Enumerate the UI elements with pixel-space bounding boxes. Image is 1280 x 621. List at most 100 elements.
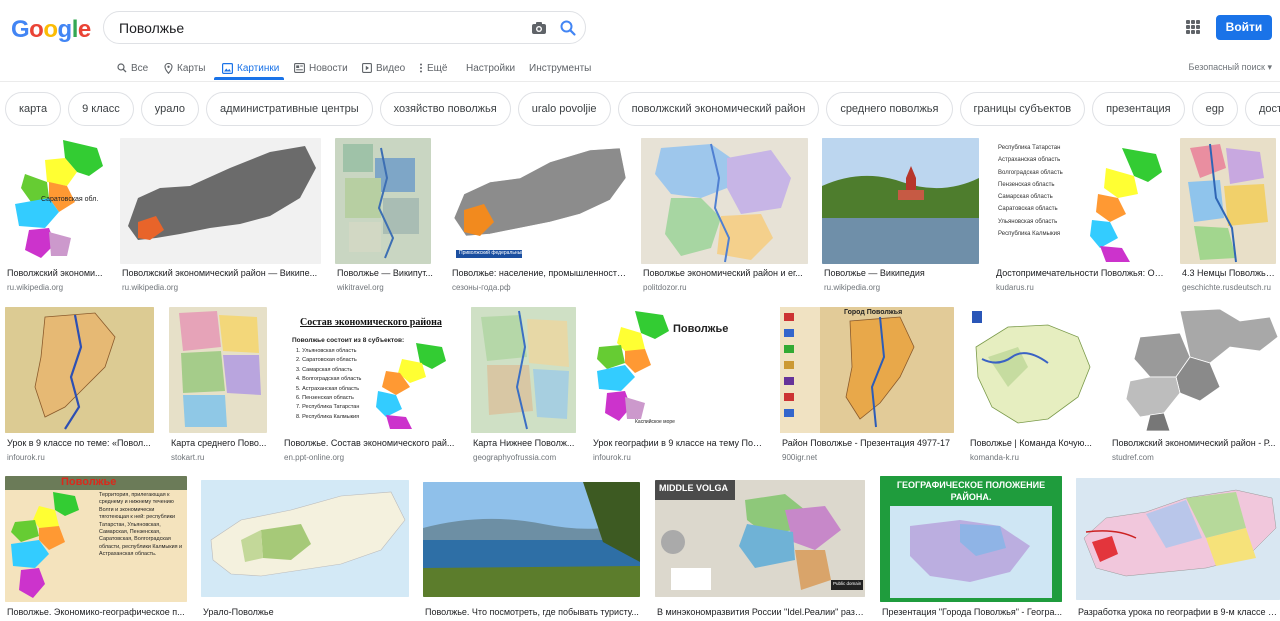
chip[interactable]: хозяйство поволжья	[379, 92, 511, 126]
result-title[interactable]: Карта среднего Пово...	[171, 438, 268, 448]
chip[interactable]: 9 класс	[68, 92, 134, 126]
result-source[interactable]: kudarus.ru	[996, 283, 1034, 292]
image-result[interactable]: Приволжский федеральный округ Поволжье: …	[450, 138, 628, 298]
image-result[interactable]: Поволжский экономический район - Р... st…	[1110, 307, 1280, 467]
result-thumbnail[interactable]: MIDDLE VOLGA Public domain	[655, 480, 865, 597]
search-box[interactable]: Поволжье	[103, 11, 586, 44]
result-title[interactable]: Достопримечательности Поволжья: Ос...	[996, 268, 1166, 278]
result-source[interactable]: сезоны-года.рф	[452, 283, 511, 292]
image-result[interactable]: Карта Нижнее Поволж... geographyofrussia…	[471, 307, 576, 467]
result-title[interactable]: Район Поволжье - Презентация 4977-17	[782, 438, 954, 448]
result-thumbnail[interactable]	[641, 138, 808, 264]
result-thumbnail[interactable]	[201, 480, 409, 597]
google-logo[interactable]: Google	[11, 16, 91, 44]
result-title[interactable]: Поволжье — Википут...	[337, 268, 433, 278]
result-title[interactable]: Поволжье — Википедия	[824, 268, 980, 278]
image-result[interactable]: Поволжье — Википедия ru.wikipedia.org	[822, 138, 979, 298]
result-source[interactable]: stokart.ru	[171, 453, 204, 462]
chip[interactable]: презентация	[1092, 92, 1185, 126]
result-source[interactable]: ru.wikipedia.org	[824, 283, 880, 292]
result-thumbnail[interactable]	[1110, 307, 1280, 433]
apps-grid-icon[interactable]	[1186, 20, 1200, 34]
result-thumbnail[interactable]	[471, 307, 576, 433]
result-title[interactable]: Поволжье: население, промышленность...	[452, 268, 628, 278]
result-thumbnail[interactable]	[335, 138, 431, 264]
image-result[interactable]: Республика Татарстан Астраханская област…	[994, 138, 1166, 298]
result-thumbnail[interactable]: Саратовская обл.	[5, 138, 105, 264]
result-thumbnail[interactable]: ГЕОГРАФИЧЕСКОЕ ПОЛОЖЕНИЕ РАЙОНА.	[880, 476, 1062, 602]
camera-icon[interactable]	[530, 19, 548, 37]
image-result[interactable]: Карта среднего Пово... stokart.ru	[169, 307, 267, 467]
result-thumbnail[interactable]	[5, 307, 154, 433]
result-source[interactable]: komanda-k.ru	[970, 453, 1019, 462]
image-result[interactable]: Урок в 9 классе по теме: «Повол... infou…	[5, 307, 154, 467]
result-title[interactable]: В минэкономразвития России "Idel.Реалии"…	[657, 607, 865, 617]
image-result[interactable]: Поволжский экономический район — Википе.…	[120, 138, 321, 298]
image-result[interactable]: Состав экономического района Поволжье со…	[282, 307, 457, 467]
chip[interactable]: egp	[1191, 92, 1238, 126]
chip[interactable]: административные центры	[206, 92, 373, 126]
result-title[interactable]: Презентация "Города Поволжья" - Геогра..…	[882, 607, 1062, 617]
result-source[interactable]: infourok.ru	[7, 453, 45, 462]
result-title[interactable]: Разработка урока по географии в 9-м клас…	[1078, 607, 1278, 617]
chip[interactable]: среднего поволжья	[826, 92, 953, 126]
result-thumbnail[interactable]	[1180, 138, 1276, 264]
image-result[interactable]: ГЕОГРАФИЧЕСКОЕ ПОЛОЖЕНИЕ РАЙОНА. Презент…	[880, 476, 1062, 621]
result-source[interactable]: en.ppt-online.org	[284, 453, 344, 462]
result-source[interactable]: politdozor.ru	[643, 283, 687, 292]
result-source[interactable]: geschichte.rusdeutsch.ru	[1182, 283, 1271, 292]
result-title[interactable]: Карта Нижнее Поволж...	[473, 438, 577, 448]
image-result[interactable]: Поволжье Территория, прилегающая к средн…	[5, 476, 187, 621]
tab-more[interactable]: Ещё	[419, 59, 447, 77]
search-icon[interactable]	[558, 18, 578, 38]
image-result[interactable]: Поволжье | Команда Кочую... komanda-k.ru	[968, 307, 1096, 467]
chip[interactable]: урало	[140, 92, 200, 126]
image-result[interactable]: Урало-Поволжье	[201, 480, 409, 621]
tab-all[interactable]: Все	[117, 59, 148, 77]
result-thumbnail[interactable]	[120, 138, 321, 264]
image-result[interactable]: Поволжье Каспийское море Урок географии …	[591, 307, 765, 467]
result-thumbnail[interactable]: Состав экономического района Поволжье со…	[282, 307, 457, 433]
image-result[interactable]: Поволжье — Википут... wikitravel.org	[335, 138, 433, 298]
tab-video[interactable]: Видео	[362, 59, 405, 77]
image-result[interactable]: Поволжье экономический район и ег... pol…	[641, 138, 808, 298]
search-input[interactable]: Поволжье	[119, 20, 184, 36]
image-result[interactable]: MIDDLE VOLGA Public domain В минэкономра…	[655, 480, 865, 621]
result-title[interactable]: Урало-Поволжье	[203, 607, 409, 617]
result-thumbnail[interactable]	[968, 307, 1096, 433]
result-source[interactable]: wikitravel.org	[337, 283, 384, 292]
result-title[interactable]: Поволжский экономический район - Р...	[1112, 438, 1278, 448]
result-thumbnail[interactable]	[169, 307, 267, 433]
result-thumbnail[interactable]: Поволжье Каспийское море	[591, 307, 765, 433]
result-title[interactable]: Урок в 9 классе по теме: «Повол...	[7, 438, 155, 448]
result-thumbnail[interactable]	[423, 482, 640, 597]
tab-maps[interactable]: Карты	[164, 59, 206, 77]
image-result[interactable]: Разработка урока по географии в 9-м клас…	[1076, 478, 1280, 621]
chip[interactable]: достопримечатель	[1244, 92, 1280, 126]
tab-tools[interactable]: Инструменты	[529, 59, 591, 77]
tab-images[interactable]: Картинки	[222, 59, 279, 77]
chip[interactable]: границы субъектов	[959, 92, 1086, 126]
result-title[interactable]: Поволжский экономический район — Википе.…	[122, 268, 322, 278]
signin-button[interactable]: Войти	[1216, 15, 1272, 40]
result-thumbnail[interactable]: Поволжье Территория, прилегающая к средн…	[5, 476, 187, 602]
chip[interactable]: uralo povoljie	[517, 92, 611, 126]
result-title[interactable]: 4.3 Немцы Поволжья ...	[1182, 268, 1276, 278]
result-source[interactable]: studref.com	[1112, 453, 1154, 462]
safesearch-toggle[interactable]: Безопасный поиск ▾	[1189, 62, 1272, 73]
chip[interactable]: карта	[5, 92, 62, 126]
result-source[interactable]: infourok.ru	[593, 453, 631, 462]
result-title[interactable]: Поволжье. Состав экономического рай...	[284, 438, 458, 448]
result-thumbnail[interactable]	[822, 138, 979, 264]
tab-news[interactable]: Новости	[294, 59, 348, 77]
result-source[interactable]: ru.wikipedia.org	[7, 283, 63, 292]
image-result[interactable]: Саратовская обл. Поволжский экономи... r…	[5, 138, 105, 298]
result-title[interactable]: Поволжье экономический район и ег...	[643, 268, 809, 278]
chip[interactable]: поволжский экономический район	[617, 92, 820, 126]
result-thumbnail[interactable]: Республика Татарстан Астраханская област…	[994, 138, 1165, 264]
result-thumbnail[interactable]	[1076, 478, 1280, 600]
image-result[interactable]: Поволжье. Что посмотреть, где побывать т…	[423, 482, 640, 621]
result-source[interactable]: ru.wikipedia.org	[122, 283, 178, 292]
image-result[interactable]: 4.3 Немцы Поволжья ... geschichte.rusdeu…	[1180, 138, 1276, 298]
result-title[interactable]: Урок географии в 9 классе на тему Пов...	[593, 438, 765, 448]
